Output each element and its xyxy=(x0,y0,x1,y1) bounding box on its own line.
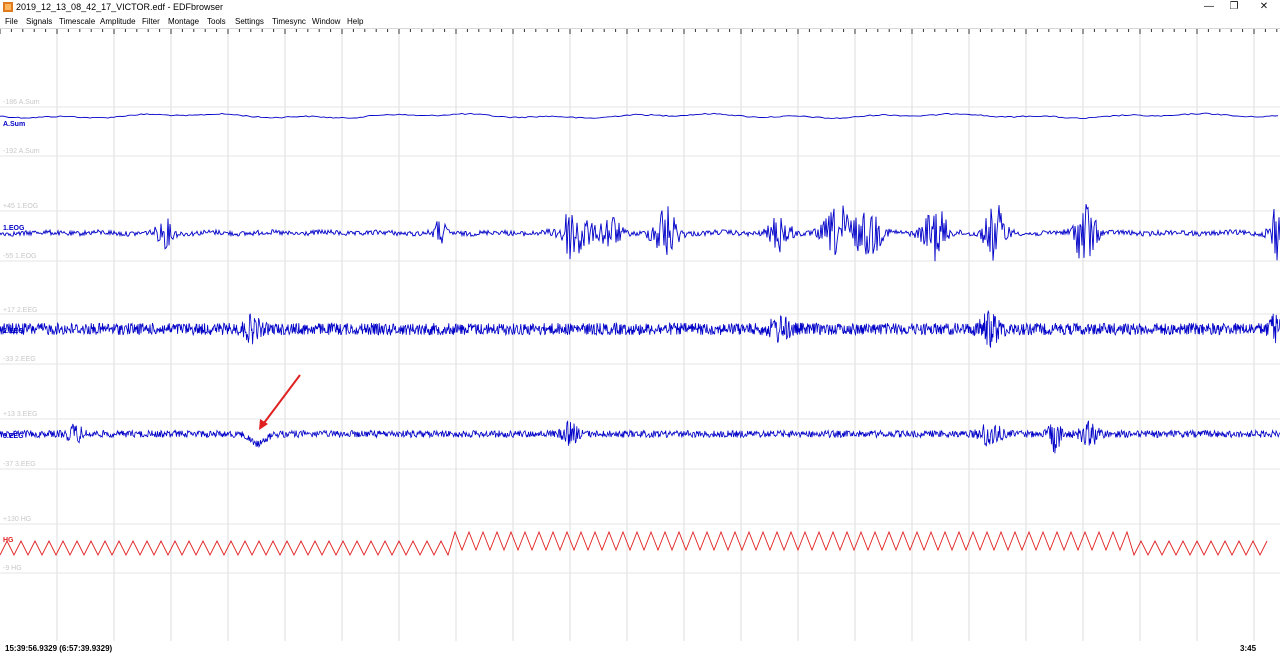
status-duration: 3:45 xyxy=(1240,644,1257,653)
signal-trace-a-sum xyxy=(0,112,1279,119)
channel-1-eog: +45 1.EOG 1.EOG -55 1.EOG xyxy=(0,203,1280,262)
channel-label[interactable]: A.Sum xyxy=(3,121,25,128)
status-time: 15:39:56.9329 (6:57:39.9329) xyxy=(5,644,113,653)
channel-max-label: +45 1.EOG xyxy=(3,203,38,210)
window-title: 2019_12_13_08_42_17_VICTOR.edf - EDFbrow… xyxy=(16,2,223,12)
menu-timesync[interactable]: Timesync xyxy=(272,17,306,26)
channel-min-label: -37 3.EEG xyxy=(3,461,36,468)
annotation-arrow xyxy=(259,374,301,430)
menu-bar: File Signals Timescale Amplitude Filter … xyxy=(0,15,1280,29)
menu-window[interactable]: Window xyxy=(312,17,340,26)
menu-filter[interactable]: Filter xyxy=(142,17,160,26)
signal-trace-2-eeg xyxy=(0,309,1280,348)
signal-plot[interactable]: -186 A.Sum A.Sum -192 A.Sum +45 1.EOG 1.… xyxy=(0,29,1280,641)
minimize-button[interactable]: — xyxy=(1196,0,1222,15)
channel-label[interactable]: HG xyxy=(3,537,14,544)
signal-trace-1-eog xyxy=(0,204,1280,262)
menu-help[interactable]: Help xyxy=(347,17,363,26)
menu-timescale[interactable]: Timescale xyxy=(59,17,95,26)
channel-max-label: +13 3.EEG xyxy=(3,411,37,418)
status-bar: 15:39:56.9329 (6:57:39.9329) 3:45 xyxy=(0,641,1280,655)
arrow-shaft xyxy=(263,374,301,424)
menu-tools[interactable]: Tools xyxy=(207,17,226,26)
close-button[interactable]: ✕ xyxy=(1251,0,1277,15)
app-icon xyxy=(3,2,13,12)
menu-settings[interactable]: Settings xyxy=(235,17,264,26)
channel-min-label: -192 A.Sum xyxy=(3,148,40,155)
maximize-button[interactable]: ❐ xyxy=(1221,0,1247,15)
signal-trace-3-eeg xyxy=(0,420,1280,454)
channel-min-label: -55 1.EOG xyxy=(3,253,36,260)
channel-3-eeg: +13 3.EEG 3.EEG -37 3.EEG xyxy=(0,411,1280,468)
channel-2-eeg: +17 2.EEG 2.EEG -33 2.EEG xyxy=(0,307,1280,363)
channel-min-label: -9 HG xyxy=(3,565,22,572)
channel-max-label: +17 2.EEG xyxy=(3,307,37,314)
menu-amplitude[interactable]: Amplitude xyxy=(100,17,136,26)
menu-signals[interactable]: Signals xyxy=(26,17,52,26)
menu-file[interactable]: File xyxy=(5,17,18,26)
time-ruler xyxy=(0,29,1278,34)
channel-min-label: -33 2.EEG xyxy=(3,356,36,363)
channel-max-label: -186 A.Sum xyxy=(3,99,40,106)
menu-montage[interactable]: Montage xyxy=(168,17,199,26)
signal-trace-hg xyxy=(0,530,1268,557)
title-bar: 2019_12_13_08_42_17_VICTOR.edf - EDFbrow… xyxy=(0,0,1280,15)
signal-viewport[interactable]: -186 A.Sum A.Sum -192 A.Sum +45 1.EOG 1.… xyxy=(0,29,1280,641)
channel-max-label: +130 HG xyxy=(3,516,31,523)
